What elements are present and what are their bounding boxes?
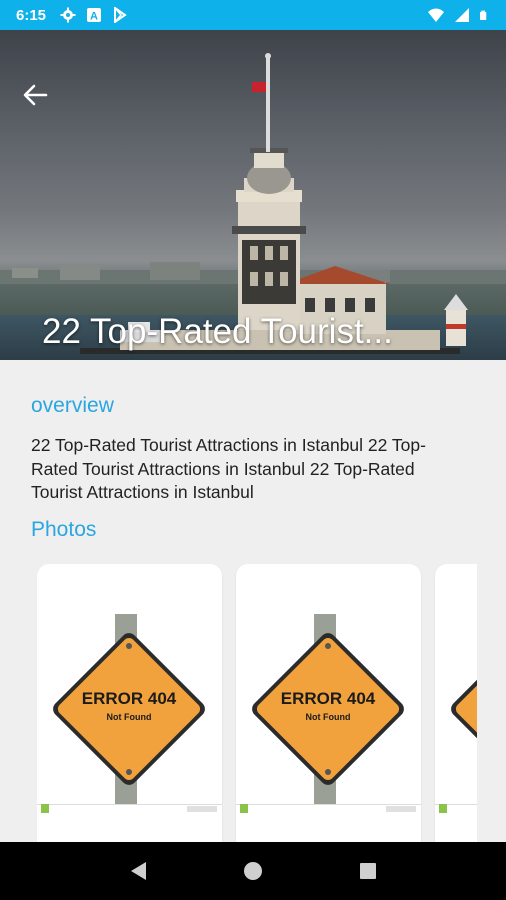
sign-title: ERROR 404 [82,689,177,708]
system-nav-bar [0,842,506,900]
photo-card[interactable] [435,564,477,842]
overview-heading: overview [31,394,114,417]
photos-carousel[interactable]: ERROR 404 Not Found ERROR 404 Not Found [37,564,477,842]
sign-subtitle: Not Found [107,712,152,722]
home-circle-icon [243,862,262,880]
maidens-tower-illustration [0,53,506,354]
back-button[interactable] [18,80,52,110]
nav-back-button[interactable] [118,851,158,891]
recents-square-icon [360,863,377,879]
error-404-sign-image: ERROR 404 Not Found [37,614,222,813]
play-store-icon [114,7,127,23]
a-box-icon: A [87,8,102,23]
status-bar: 6:15 A [0,0,506,30]
gear-icon [60,7,76,23]
status-icons-left: A [60,7,128,23]
nav-home-button[interactable] [233,851,273,891]
photos-heading: Photos [31,518,97,541]
hero-image: 22 Top-Rated Tourist... [0,30,506,360]
photo-card[interactable]: ERROR 404 Not Found [37,564,222,842]
overview-text: 22 Top-Rated Tourist Attractions in Ista… [31,435,426,502]
nav-recents-button[interactable] [348,851,388,891]
svg-text:A: A [90,11,98,23]
error-404-sign-image: ERROR 404 Not Found [236,614,421,813]
detail-content[interactable]: overview 22 Top-Rated Tourist Attraction… [0,360,506,842]
wifi-icon [428,8,444,22]
error-404-sign-image [435,633,477,813]
hero-title: 22 Top-Rated Tourist... [42,312,393,351]
signal-icon [455,8,469,22]
battery-icon [480,10,487,20]
sign-title: ERROR 404 [281,689,376,708]
status-icons-right [428,7,490,23]
photo-card[interactable]: ERROR 404 Not Found [236,564,421,842]
sign-subtitle: Not Found [306,712,351,722]
back-triangle-icon [130,862,146,880]
arrow-left-icon [23,84,48,106]
status-time: 6:15 [16,6,47,24]
